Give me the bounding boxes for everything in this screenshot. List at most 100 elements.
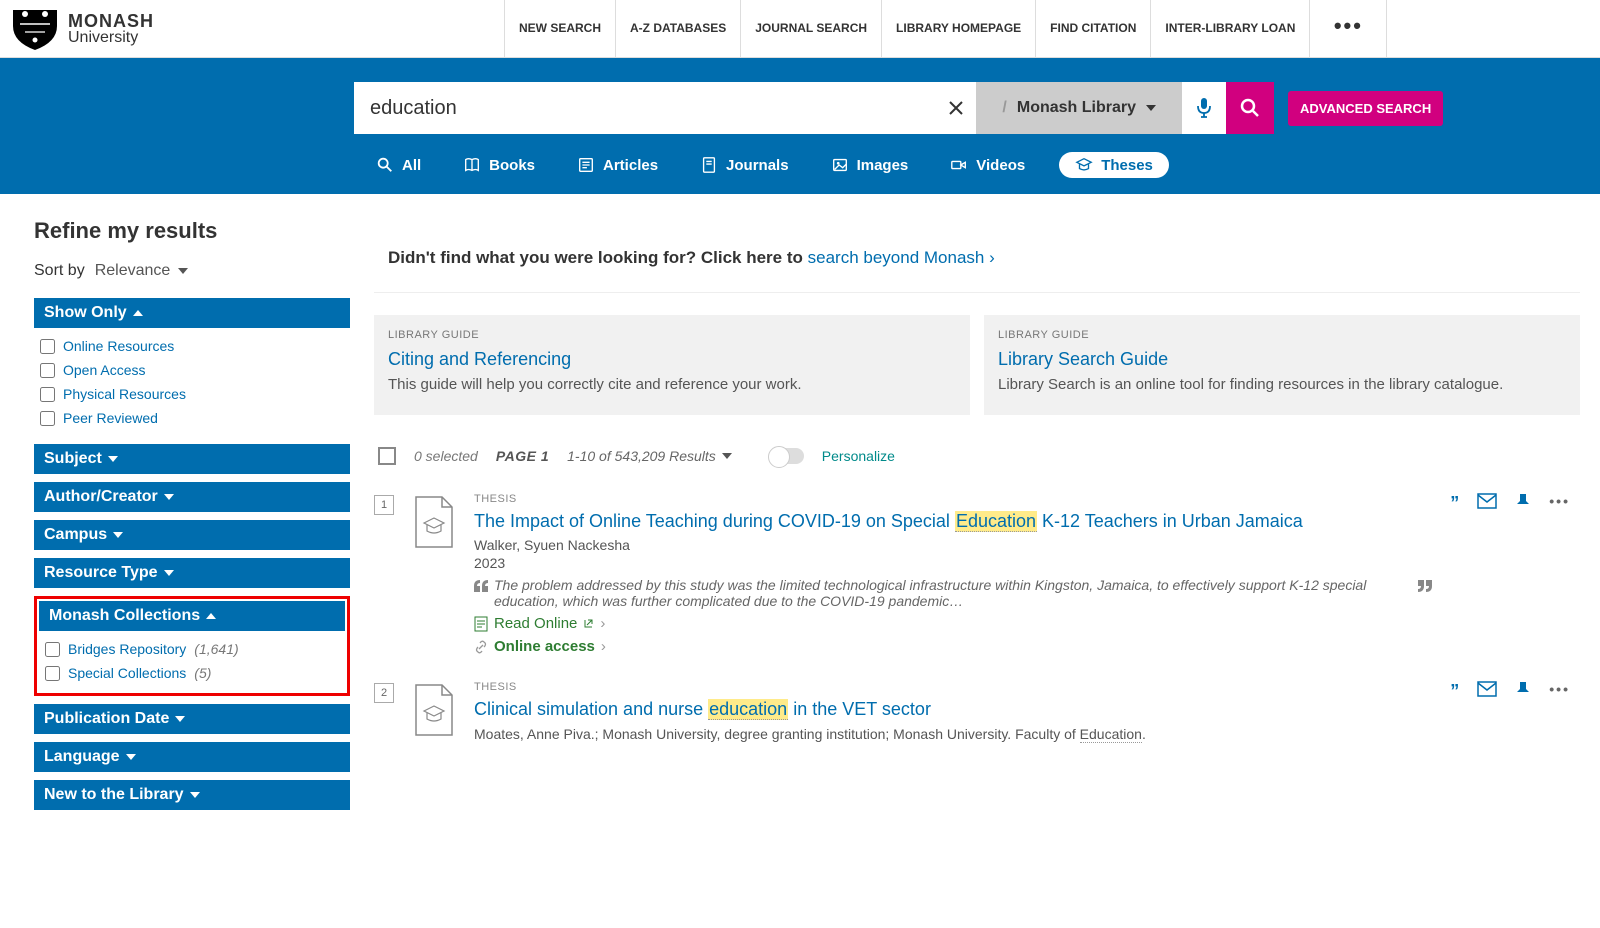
- select-all-checkbox[interactable]: [378, 447, 396, 465]
- nav-journal-search[interactable]: JOURNAL SEARCH: [740, 0, 881, 57]
- thesis-icon: [1075, 156, 1093, 174]
- chevron-down-icon: [190, 792, 200, 798]
- pin-icon[interactable]: [1515, 493, 1531, 514]
- cite-icon[interactable]: ”: [1450, 681, 1459, 702]
- chevron-down-icon: [722, 453, 732, 459]
- tab-journals[interactable]: Journals: [692, 152, 797, 178]
- search-beyond-link[interactable]: search beyond Monash ›: [808, 248, 995, 267]
- facet-physical-resources[interactable]: Physical Resources: [36, 382, 348, 406]
- selected-count: 0 selected: [414, 448, 478, 464]
- quote-close-icon: [1418, 580, 1432, 592]
- facet-monash-collections[interactable]: Monash Collections: [39, 601, 345, 631]
- nav-find-citation[interactable]: FIND CITATION: [1035, 0, 1150, 57]
- chevron-down-icon: [108, 456, 118, 462]
- guide-desc: This guide will help you correctly cite …: [388, 376, 952, 393]
- clear-button[interactable]: [936, 82, 976, 134]
- filter-tabs: All Books Articles Journals Images Video…: [0, 134, 1600, 178]
- search-box: / Monash Library: [354, 82, 1274, 134]
- nav-interlibrary-loan[interactable]: INTER-LIBRARY LOAN: [1150, 0, 1309, 57]
- search-input[interactable]: [354, 82, 936, 134]
- sort-dropdown[interactable]: Relevance: [95, 262, 189, 280]
- result-type: THESIS: [474, 681, 1432, 693]
- facet-subject[interactable]: Subject: [34, 444, 350, 474]
- logo-sub: University: [68, 30, 154, 46]
- result-abstract: The problem addressed by this study was …: [474, 577, 1432, 609]
- nav-new-search[interactable]: NEW SEARCH: [504, 0, 615, 57]
- cite-icon[interactable]: ”: [1450, 493, 1459, 514]
- advanced-search-button[interactable]: ADVANCED SEARCH: [1288, 91, 1443, 126]
- results-header: 0 selected PAGE 1 1-10 of 543,209 Result…: [374, 437, 1580, 487]
- result-title[interactable]: The Impact of Online Teaching during COV…: [474, 509, 1432, 533]
- nav-library-homepage[interactable]: LIBRARY HOMEPAGE: [881, 0, 1035, 57]
- result-item: 2 THESIS Clinical simulation and nurse e…: [374, 675, 1580, 763]
- chevron-down-icon: [175, 716, 185, 722]
- article-icon: [577, 156, 595, 174]
- result-title[interactable]: Clinical simulation and nurse education …: [474, 697, 1432, 721]
- facet-new-to-library[interactable]: New to the Library: [34, 780, 350, 810]
- facet-online-resources[interactable]: Online Resources: [36, 334, 348, 358]
- facet-bridges-repository[interactable]: Bridges Repository (1,641): [41, 637, 343, 661]
- email-icon[interactable]: [1477, 493, 1497, 512]
- monash-shield-icon: [10, 6, 60, 51]
- link-icon: [474, 640, 488, 654]
- results-content: Didn't find what you were looking for? C…: [374, 218, 1580, 764]
- more-actions-icon[interactable]: •••: [1549, 493, 1570, 509]
- facet-publication-date[interactable]: Publication Date: [34, 704, 350, 734]
- image-icon: [831, 156, 849, 174]
- chevron-down-icon: [164, 570, 174, 576]
- facet-language[interactable]: Language: [34, 742, 350, 772]
- voice-search-button[interactable]: [1182, 82, 1226, 134]
- top-header: MONASH University NEW SEARCH A-Z DATABAS…: [0, 0, 1600, 58]
- facet-special-collections[interactable]: Special Collections (5): [41, 661, 343, 685]
- search-scope-button[interactable]: / Monash Library: [976, 82, 1182, 134]
- result-author: Walker, Syuen Nackesha: [474, 537, 1432, 553]
- facet-show-only[interactable]: Show Only: [34, 298, 350, 328]
- tab-articles[interactable]: Articles: [569, 152, 666, 178]
- book-icon: [463, 156, 481, 174]
- facet-resource-type[interactable]: Resource Type: [34, 558, 350, 588]
- refine-sidebar: Refine my results Sort by Relevance Show…: [34, 218, 350, 810]
- facet-peer-reviewed[interactable]: Peer Reviewed: [36, 406, 348, 430]
- more-actions-icon[interactable]: •••: [1549, 681, 1570, 697]
- read-online-link[interactable]: Read Online ›: [474, 615, 1432, 632]
- tab-theses[interactable]: Theses: [1059, 152, 1169, 178]
- results-range-dropdown[interactable]: 1-10 of 543,209 Results: [567, 448, 732, 464]
- result-number[interactable]: 2: [374, 683, 394, 703]
- search-button[interactable]: [1226, 82, 1274, 134]
- guide-title: Citing and Referencing: [388, 349, 952, 370]
- chevron-down-icon: [1146, 105, 1156, 111]
- thesis-doc-icon: [412, 683, 456, 737]
- search-icon: [376, 156, 394, 174]
- page-label: PAGE 1: [496, 448, 549, 464]
- quote-open-icon: [474, 580, 488, 592]
- guide-label: LIBRARY GUIDE: [388, 329, 952, 341]
- result-number[interactable]: 1: [374, 495, 394, 515]
- tab-books[interactable]: Books: [455, 152, 543, 178]
- personalize-toggle[interactable]: [770, 448, 804, 464]
- pin-icon[interactable]: [1515, 681, 1531, 702]
- tab-images[interactable]: Images: [823, 152, 917, 178]
- guide-library-search[interactable]: LIBRARY GUIDE Library Search Guide Libra…: [984, 315, 1580, 415]
- refine-title: Refine my results: [34, 218, 350, 244]
- facet-monash-collections-highlight: Monash Collections Bridges Repository (1…: [34, 596, 350, 696]
- nav-more[interactable]: •••: [1309, 0, 1387, 57]
- tab-all[interactable]: All: [368, 152, 429, 178]
- logo[interactable]: MONASH University: [0, 0, 174, 57]
- guide-desc: Library Search is an online tool for fin…: [998, 376, 1562, 393]
- facet-open-access[interactable]: Open Access: [36, 358, 348, 382]
- search-banner: / Monash Library ADVANCED SEARCH: [0, 58, 1600, 194]
- online-access-link[interactable]: Online access ›: [474, 638, 1432, 655]
- journal-icon: [700, 156, 718, 174]
- doc-icon: [474, 616, 488, 632]
- facet-author[interactable]: Author/Creator: [34, 482, 350, 512]
- email-icon[interactable]: [1477, 681, 1497, 700]
- tab-videos[interactable]: Videos: [942, 152, 1033, 178]
- result-year: 2023: [474, 555, 1432, 571]
- nav-az-databases[interactable]: A-Z DATABASES: [615, 0, 740, 57]
- result-item: 1 THESIS The Impact of Online Teaching d…: [374, 487, 1580, 675]
- facet-campus[interactable]: Campus: [34, 520, 350, 550]
- personalize-link[interactable]: Personalize: [822, 448, 895, 464]
- chevron-down-icon: [113, 532, 123, 538]
- video-icon: [950, 156, 968, 174]
- guide-citing[interactable]: LIBRARY GUIDE Citing and Referencing Thi…: [374, 315, 970, 415]
